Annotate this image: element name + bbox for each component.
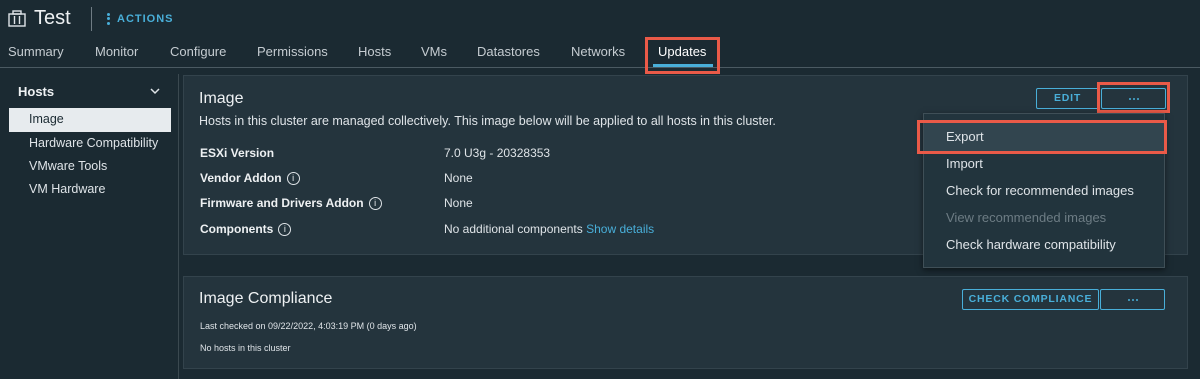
esxi-version-value: 7.0 U3g - 20328353 [444, 146, 551, 160]
actions-label: ACTIONS [117, 12, 174, 25]
tab-vms[interactable]: VMs [421, 44, 447, 59]
image-panel-description: Hosts in this cluster are managed collec… [199, 114, 776, 128]
tab-configure[interactable]: Configure [170, 44, 226, 59]
sidebar-heading[interactable]: Hosts [18, 84, 54, 99]
compliance-status-text: No hosts in this cluster [200, 343, 291, 353]
last-checked-text: Last checked on 09/22/2022, 4:03:19 PM (… [200, 321, 417, 331]
view-recommended-images-menu-item: View recommended images [946, 210, 1107, 225]
tab-hosts[interactable]: Hosts [358, 44, 391, 59]
sidebar-item-vm-hardware[interactable]: VM Hardware [29, 182, 105, 196]
title-bar: Test ACTIONS [0, 0, 1200, 38]
info-icon[interactable]: i [278, 222, 292, 236]
components-label: Components i [200, 222, 292, 236]
check-hardware-compatibility-menu-item[interactable]: Check hardware compatibility [946, 237, 1116, 252]
compliance-panel-title: Image Compliance [199, 290, 333, 307]
vertical-dots-icon [107, 11, 110, 26]
compliance-more-button[interactable] [1100, 289, 1165, 310]
tab-monitor[interactable]: Monitor [95, 44, 138, 59]
import-menu-item[interactable]: Import [946, 156, 983, 171]
tab-bar: Summary Monitor Configure Permissions Ho… [0, 38, 1200, 68]
sidebar-item-vmware-tools[interactable]: VMware Tools [29, 159, 107, 173]
firmware-addon-value: None [444, 196, 473, 210]
tab-datastores[interactable]: Datastores [477, 44, 540, 59]
tab-permissions[interactable]: Permissions [257, 44, 328, 59]
export-highlight [917, 120, 1167, 154]
info-icon[interactable]: i [368, 196, 382, 210]
firmware-addon-label: Firmware and Drivers Addon i [200, 196, 382, 210]
image-panel-title: Image [199, 90, 244, 107]
vendor-addon-label: Vendor Addon i [200, 171, 300, 185]
title-divider [91, 7, 92, 31]
components-value: No additional components Show details [444, 222, 655, 236]
cluster-icon [8, 10, 26, 27]
sidebar: Hosts Image Hardware Compatibility VMwar… [0, 74, 179, 379]
updates-tab-highlight [645, 37, 720, 74]
vendor-addon-value: None [444, 171, 473, 185]
info-icon[interactable]: i [286, 171, 300, 185]
show-details-link[interactable]: Show details [586, 222, 654, 236]
edit-button[interactable]: EDIT [1036, 88, 1099, 109]
check-recommended-images-menu-item[interactable]: Check for recommended images [946, 183, 1134, 198]
check-compliance-button[interactable]: CHECK COMPLIANCE [962, 289, 1099, 310]
more-options-highlight [1097, 82, 1170, 113]
chevron-down-icon[interactable] [150, 86, 160, 96]
esxi-version-label: ESXi Version [200, 146, 275, 160]
sidebar-item-image[interactable]: Image [29, 112, 64, 126]
actions-menu-button[interactable]: ACTIONS [107, 11, 174, 26]
page-title: Test [34, 7, 71, 29]
sidebar-item-hardware-compatibility[interactable]: Hardware Compatibility [29, 136, 158, 150]
tab-summary[interactable]: Summary [8, 44, 64, 59]
tab-networks[interactable]: Networks [571, 44, 625, 59]
